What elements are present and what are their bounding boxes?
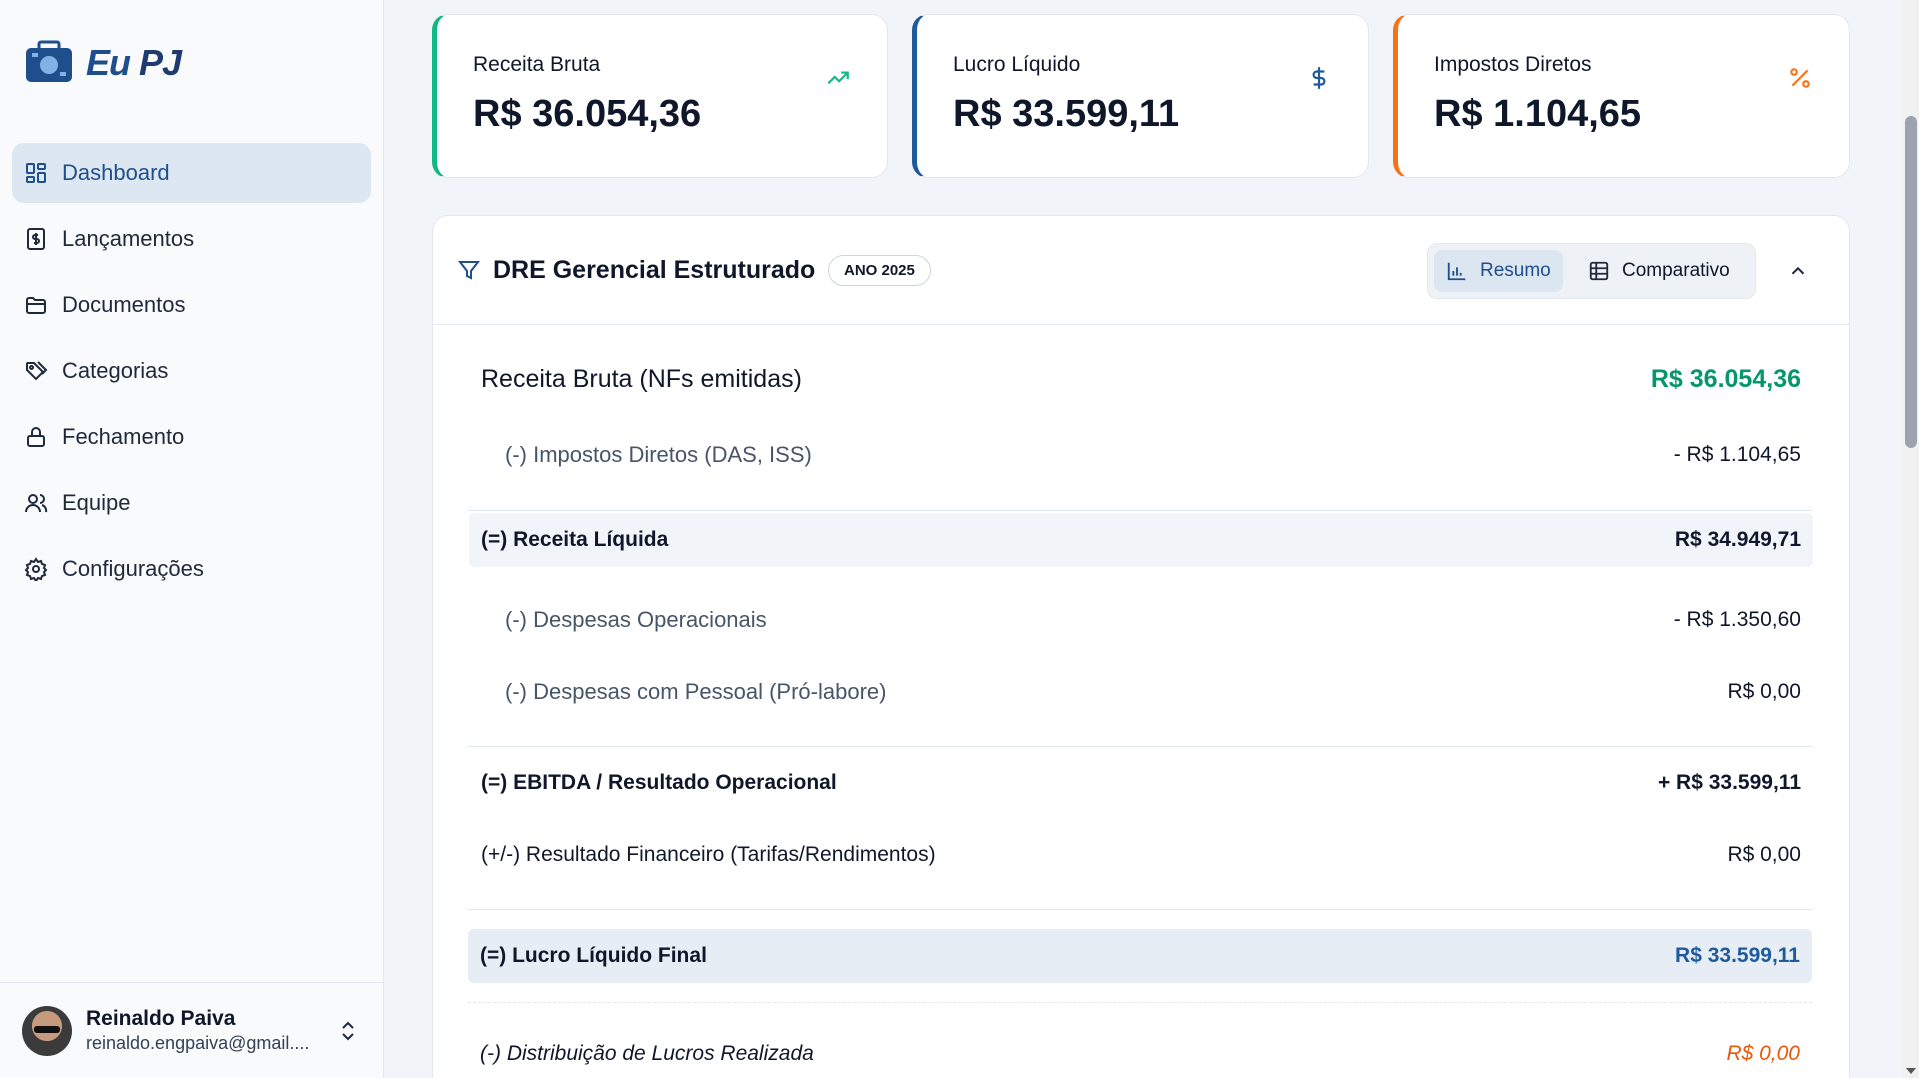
sidebar-item-label: Lançamentos — [62, 226, 195, 251]
row-value: + R$ 33.599,11 — [1657, 771, 1801, 794]
row-label: (=) EBITDA / Resultado Operacional — [481, 771, 837, 794]
avatar — [22, 1005, 72, 1056]
kpi-card-receita-bruta: Receita Bruta R$ 36.054,36 — [432, 14, 888, 178]
row-value: R$ 0,00 — [1726, 1042, 1800, 1065]
dre-row-resultado-financeiro: (+/-) Resultado Financeiro (Tarifas/Rend… — [469, 835, 1813, 875]
sidebar-item-label: Fechamento — [62, 424, 185, 449]
year-badge: ANO 2025 — [828, 255, 931, 286]
scroll-down-icon[interactable] — [1906, 1068, 1916, 1074]
logo[interactable]: Eu PJ — [22, 38, 182, 88]
view-comparativo-label: Comparativo — [1622, 260, 1730, 281]
view-comparativo-button[interactable]: Comparativo — [1576, 250, 1742, 292]
users-icon — [25, 494, 48, 513]
view-toggle: Resumo Comparativo — [1427, 243, 1756, 299]
view-resumo-label: Resumo — [1480, 260, 1551, 281]
dre-title: DRE Gerencial Estruturado — [493, 256, 816, 284]
percent-icon — [1790, 68, 1810, 88]
row-value: - R$ 1.104,65 — [1673, 443, 1801, 466]
scrollbar[interactable] — [1902, 0, 1919, 1078]
chevron-up-down-icon[interactable] — [340, 1019, 356, 1043]
sidebar-item-label: Equipe — [62, 490, 131, 515]
sidebar-item-dashboard[interactable]: Dashboard — [12, 143, 371, 203]
sidebar-item-label: Categorias — [62, 358, 169, 383]
row-value: R$ 33.599,11 — [1675, 944, 1800, 967]
receipt-icon — [27, 228, 45, 250]
dre-row-despesas-operacionais: (-) Despesas Operacionais - R$ 1.350,60 — [469, 600, 1813, 640]
lock-icon — [27, 427, 45, 447]
bar-chart-icon — [1447, 262, 1466, 281]
kpi-value: R$ 33.599,11 — [953, 93, 1180, 135]
kpi-value: R$ 1.104,65 — [1434, 93, 1642, 135]
tags-icon — [26, 361, 48, 381]
row-label: (=) Receita Líquida — [481, 528, 669, 551]
divider — [468, 746, 1812, 747]
user-name: Reinaldo Paiva — [86, 1007, 236, 1030]
row-label: (-) Impostos Diretos (DAS, ISS) — [505, 442, 812, 467]
sidebar-item-lancamentos[interactable]: Lançamentos — [12, 209, 371, 269]
row-label: (+/-) Resultado Financeiro (Tarifas/Rend… — [481, 843, 936, 866]
row-value: - R$ 1.350,60 — [1673, 608, 1801, 631]
sidebar-item-fechamento[interactable]: Fechamento — [12, 407, 371, 467]
dre-row-receita-bruta: Receita Bruta (NFs emitidas) R$ 36.054,3… — [469, 355, 1813, 403]
sidebar-item-label: Configurações — [62, 556, 204, 581]
sidebar-item-documentos[interactable]: Documentos — [12, 275, 371, 335]
user-menu[interactable]: Reinaldo Paiva reinaldo.engpaiva@gmail..… — [0, 982, 384, 1078]
divider — [468, 510, 1812, 511]
row-value: R$ 0,00 — [1727, 843, 1801, 866]
logo-text: Eu PJ — [86, 42, 182, 84]
row-label: (-) Despesas Operacionais — [505, 607, 767, 632]
row-label: (=) Lucro Líquido Final — [480, 944, 707, 967]
dre-row-distribuicao: (-) Distribuição de Lucros Realizada R$ … — [468, 1034, 1812, 1074]
row-label: Receita Bruta (NFs emitidas) — [481, 364, 802, 393]
dre-row-despesas-pessoal: (-) Despesas com Pessoal (Pró-labore) R$… — [469, 672, 1813, 712]
chevron-up-icon[interactable] — [1787, 260, 1809, 282]
user-email: reinaldo.engpaiva@gmail.... — [86, 1033, 310, 1053]
dollar-icon — [1312, 67, 1326, 89]
sidebar-item-categorias[interactable]: Categorias — [12, 341, 371, 401]
kpi-card-impostos-diretos: Impostos Diretos R$ 1.104,65 — [1393, 14, 1850, 178]
dre-header: DRE Gerencial Estruturado ANO 2025 Resum… — [433, 216, 1849, 325]
kpi-card-lucro-liquido: Lucro Líquido R$ 33.599,11 — [912, 14, 1369, 178]
dre-row-impostos: (-) Impostos Diretos (DAS, ISS) - R$ 1.1… — [469, 435, 1813, 475]
sidebar-nav: Dashboard Lançamentos Documentos Categor… — [12, 143, 371, 605]
sidebar: Eu PJ Dashboard Lançamentos Documentos C… — [0, 0, 384, 1078]
filter-icon — [457, 261, 481, 280]
dashboard-icon — [26, 163, 46, 183]
divider — [468, 909, 1812, 910]
gear-icon — [24, 557, 48, 581]
trending-up-icon — [827, 71, 849, 85]
folder-icon — [26, 297, 46, 314]
sidebar-item-label: Documentos — [62, 292, 186, 317]
sidebar-item-configuracoes[interactable]: Configurações — [12, 539, 371, 599]
row-value: R$ 36.054,36 — [1650, 364, 1801, 393]
divider — [468, 1002, 1812, 1003]
briefcase-logo-icon — [22, 38, 80, 88]
logo-text-pj: PJ — [139, 42, 182, 83]
user-info: Reinaldo Paiva reinaldo.engpaiva@gmail..… — [86, 1007, 309, 1054]
dre-row-receita-liquida: (=) Receita Líquida R$ 34.949,71 — [469, 513, 1813, 567]
row-label: (-) Despesas com Pessoal (Pró-labore) — [505, 679, 887, 704]
row-value: R$ 0,00 — [1727, 680, 1801, 703]
dre-row-ebitda: (=) EBITDA / Resultado Operacional + R$ … — [469, 763, 1813, 803]
dre-row-lucro-liquido-final: (=) Lucro Líquido Final R$ 33.599,11 — [468, 929, 1812, 983]
row-value: R$ 34.949,71 — [1674, 528, 1801, 551]
scrollbar-thumb[interactable] — [1905, 116, 1917, 448]
logo-text-eu: Eu — [86, 42, 131, 83]
view-resumo-button[interactable]: Resumo — [1434, 250, 1563, 292]
kpi-value: R$ 36.054,36 — [473, 93, 702, 135]
sidebar-item-label: Dashboard — [62, 160, 170, 185]
table-icon — [1589, 261, 1609, 281]
row-label: (-) Distribuição de Lucros Realizada — [480, 1042, 814, 1065]
sidebar-item-equipe[interactable]: Equipe — [12, 473, 371, 533]
